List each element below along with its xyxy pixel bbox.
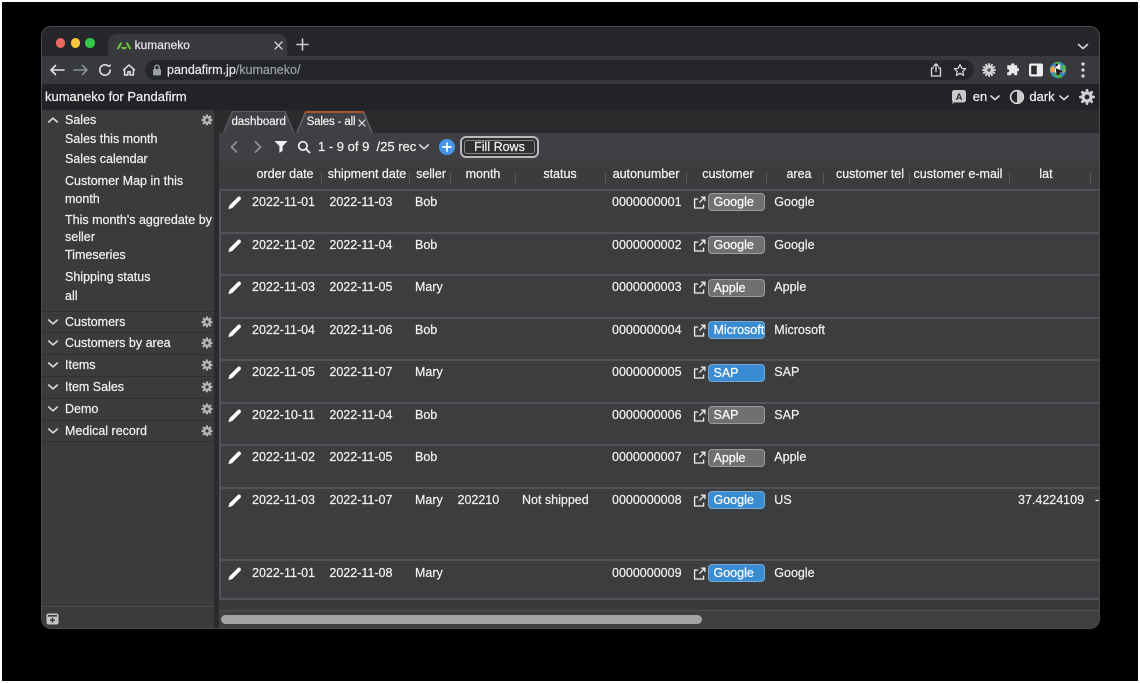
svg-text:A: A xyxy=(956,92,963,103)
